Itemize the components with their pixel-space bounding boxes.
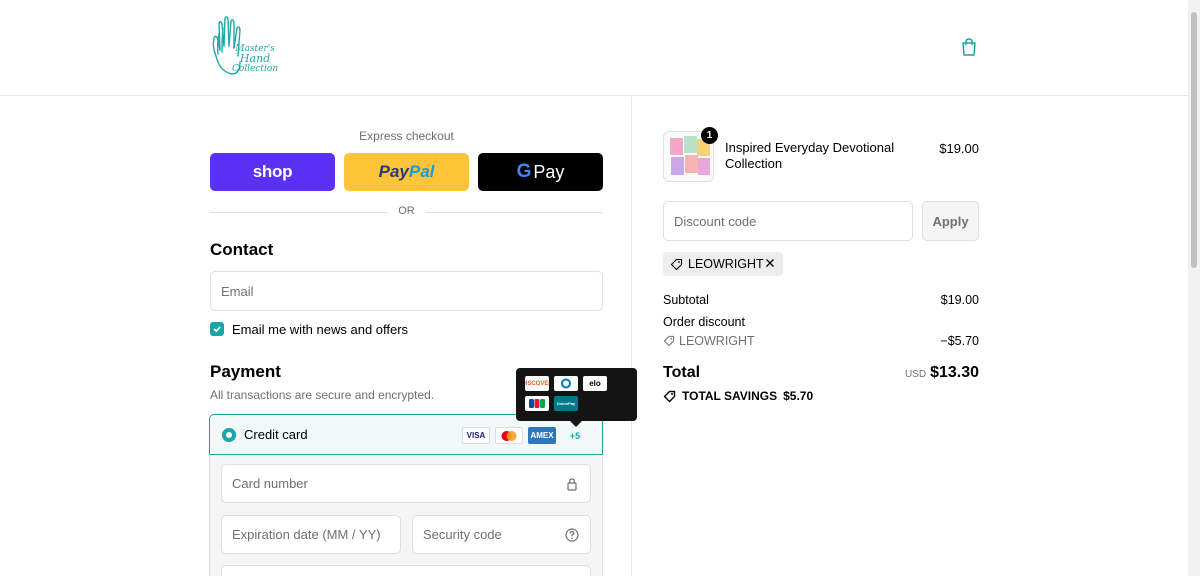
apply-discount-button[interactable]: Apply <box>922 201 979 241</box>
total-savings: TOTAL SAVINGS $5.70 <box>663 389 813 403</box>
tag-icon <box>670 258 683 270</box>
security-code-field[interactable] <box>412 515 591 554</box>
contact-heading: Contact <box>210 240 274 259</box>
quantity-badge: 1 <box>701 127 718 144</box>
newsletter-label[interactable]: Email me with news and offers <box>232 322 408 337</box>
tag-icon <box>663 335 675 347</box>
card-number-field[interactable] <box>221 464 591 503</box>
paypal-button[interactable]: Pay Pal <box>344 153 469 191</box>
discount-code-text: LEOWRIGHT <box>679 334 755 348</box>
discount-code-field[interactable] <box>663 201 913 241</box>
total-label: Total <box>663 364 701 381</box>
payment-heading: Payment <box>210 362 281 381</box>
paypal-label-part1: Pay <box>378 162 409 181</box>
credit-card-label: Credit card <box>244 427 308 442</box>
brand-logo-text: Master's Hand Collection <box>232 44 278 74</box>
subtotal-label: Subtotal <box>663 293 709 307</box>
applied-discount-chip: LEOWRIGHT <box>663 252 783 276</box>
visa-icon: VISA <box>462 427 490 444</box>
shop-pay-button[interactable]: shop <box>210 153 335 191</box>
or-divider: OR <box>210 205 603 219</box>
discount-value: −$5.70 <box>940 334 979 348</box>
google-g-icon: G <box>516 161 532 182</box>
or-text: OR <box>398 205 415 217</box>
order-discount-label: Order discount <box>663 315 745 329</box>
applied-discount-code: LEOWRIGHT <box>688 257 764 271</box>
product-price: $19.00 <box>939 141 979 156</box>
discount-code-input[interactable] <box>664 202 912 240</box>
total-value: $13.30 <box>930 364 979 381</box>
savings-value: $5.70 <box>783 389 814 403</box>
email-field[interactable] <box>210 271 603 311</box>
logo-line-2: Hand <box>239 52 271 65</box>
shopping-bag-icon[interactable] <box>958 36 980 58</box>
logo-line-3: Collection <box>232 64 279 74</box>
google-pay-button[interactable]: G Pay <box>478 153 603 191</box>
credit-card-radio[interactable] <box>222 428 236 442</box>
order-discount-code: LEOWRIGHT <box>663 334 755 348</box>
page-scrollbar[interactable] <box>1188 0 1200 576</box>
total-amount: USD $13.30 <box>860 364 979 382</box>
security-code-input[interactable] <box>413 516 590 553</box>
google-pay-label: Pay <box>533 161 565 182</box>
savings-label: TOTAL SAVINGS <box>682 389 778 403</box>
elo-icon: elo <box>583 376 607 391</box>
expiration-date-input[interactable] <box>222 516 400 553</box>
more-cards-badge[interactable]: +5 <box>561 427 589 444</box>
currency-code: USD <box>904 369 927 380</box>
site-header: Master's Hand Collection <box>0 0 1188 96</box>
discover-icon: DISCOVER <box>525 376 549 391</box>
unionpay-icon: UnionPay <box>554 396 578 411</box>
payment-security-note: All transactions are secure and encrypte… <box>210 388 435 402</box>
email-input[interactable] <box>211 272 602 310</box>
newsletter-checkbox[interactable] <box>210 322 224 336</box>
more-cards-tooltip: DISCOVER elo UnionPay <box>516 368 637 427</box>
card-number-input[interactable] <box>222 465 590 502</box>
subtotal-value: $19.00 <box>940 293 979 307</box>
mastercard-icon <box>495 427 523 444</box>
diners-club-icon <box>554 376 578 391</box>
product-name: Inspired Everyday Devotional Collection <box>725 140 895 171</box>
checkmark-icon <box>213 326 221 333</box>
tag-icon <box>663 390 676 402</box>
lock-icon <box>567 477 577 491</box>
shop-pay-label: shop <box>252 162 293 181</box>
express-checkout-label: Express checkout <box>359 129 454 143</box>
paypal-label-part2: Pal <box>408 162 435 181</box>
expiration-date-field[interactable] <box>221 515 401 554</box>
remove-discount-icon[interactable] <box>764 257 776 269</box>
scrollbar-thumb[interactable] <box>1191 12 1197 268</box>
name-on-card-field[interactable] <box>221 565 591 576</box>
help-circle-icon[interactable] <box>565 527 579 542</box>
amex-icon: AMEX <box>528 427 556 444</box>
jcb-icon <box>525 396 549 411</box>
